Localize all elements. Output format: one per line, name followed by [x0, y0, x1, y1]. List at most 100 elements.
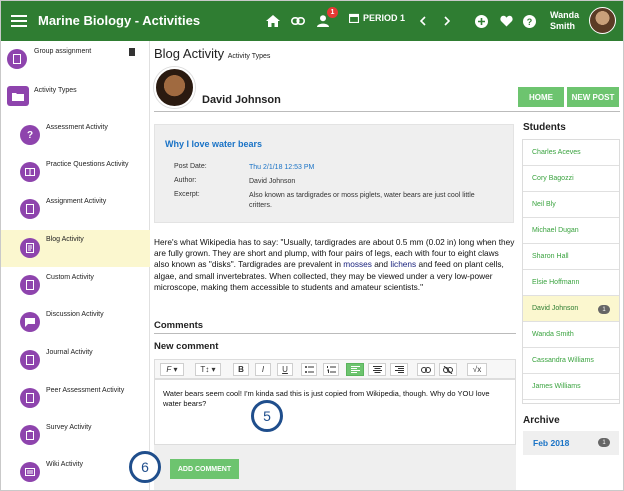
- bulleted-list-icon[interactable]: [301, 363, 317, 376]
- sidebar-item-blog[interactable]: Blog Activity: [1, 230, 150, 267]
- page-subheading[interactable]: Activity Types: [228, 53, 271, 60]
- student-item[interactable]: Elsie Hoffmann: [523, 270, 619, 296]
- sidebar-item-label: Survey Activity: [46, 424, 92, 431]
- font-size-dropdown[interactable]: T↕ ▾: [195, 363, 221, 376]
- archive-heading: Archive: [523, 415, 560, 426]
- menu-icon[interactable]: [11, 12, 27, 30]
- user-last-name: Smith: [550, 21, 576, 31]
- font-family-dropdown[interactable]: F ▾: [160, 363, 184, 376]
- editor-toolbar: F ▾ T↕ ▾ B I U √x: [154, 359, 516, 379]
- post-title[interactable]: Why I love water bears: [165, 139, 262, 149]
- link-icon[interactable]: [289, 12, 307, 30]
- sidebar-item-label: Assessment Activity: [46, 124, 108, 131]
- students-heading: Students: [523, 122, 566, 133]
- sidebar-item-label: Wiki Activity: [46, 461, 83, 468]
- student-item[interactable]: Cory Bagozzi: [523, 166, 619, 192]
- new-post-button[interactable]: NEW POST: [567, 87, 619, 107]
- archive-month-label: Feb 2018: [533, 438, 570, 448]
- align-left-icon[interactable]: [346, 363, 364, 376]
- question-icon: ?: [20, 125, 40, 145]
- sidebar-item-custom[interactable]: Custom Activity: [1, 267, 150, 304]
- sidebar-item-activity-types[interactable]: Activity Types: [1, 78, 150, 115]
- insert-link-icon[interactable]: [417, 363, 435, 376]
- chevron-left-icon[interactable]: [414, 12, 432, 30]
- student-item[interactable]: Michael Dugan: [523, 218, 619, 244]
- student-item[interactable]: Cassandra Williams: [523, 348, 619, 374]
- callout-step-5: 5: [251, 400, 283, 432]
- text-size-icon: T↕: [200, 365, 210, 374]
- page-title: Blog Activity Activity Types: [154, 46, 270, 61]
- italic-button[interactable]: I: [255, 363, 271, 376]
- sidebar-item-peer-assessment[interactable]: Peer Assessment Activity: [1, 380, 150, 417]
- add-circle-icon[interactable]: [472, 12, 490, 30]
- book-icon: [20, 162, 40, 182]
- document-icon: [20, 350, 40, 370]
- sidebar-item-label: Practice Questions Activity: [46, 161, 129, 168]
- mosses-link[interactable]: mosses: [343, 259, 372, 269]
- main-content: Blog Activity Activity Types David Johns…: [151, 41, 620, 490]
- sidebar-item-journal[interactable]: Journal Activity: [1, 342, 150, 379]
- align-right-icon[interactable]: [390, 363, 408, 376]
- bold-button[interactable]: B: [233, 363, 249, 376]
- lichens-link[interactable]: lichens: [390, 259, 416, 269]
- top-bar: Marine Biology - Activities 1 PERIOD 1 ?: [1, 1, 623, 41]
- student-item[interactable]: Neil Bly: [523, 192, 619, 218]
- header-divider: [154, 111, 620, 112]
- home-icon[interactable]: [264, 12, 282, 30]
- period-label: PERIOD 1: [363, 13, 406, 23]
- post-author-label: Author:: [174, 177, 197, 184]
- folder-icon: [7, 86, 29, 106]
- help-icon[interactable]: ?: [520, 12, 538, 30]
- comments-heading: Comments: [154, 320, 204, 331]
- user-name[interactable]: Wanda Smith: [550, 10, 579, 32]
- post-date-label: Post Date:: [174, 163, 207, 170]
- document-icon: [20, 275, 40, 295]
- student-item[interactable]: Charles Aceves: [523, 140, 619, 166]
- sidebar-item-wiki[interactable]: Wiki Activity: [1, 454, 150, 490]
- align-center-icon[interactable]: [368, 363, 386, 376]
- svg-text:?: ?: [526, 17, 532, 27]
- app-window: Marine Biology - Activities 1 PERIOD 1 ?: [0, 0, 624, 491]
- student-item[interactable]: Sharon Hall: [523, 244, 619, 270]
- post-author-value: David Johnson: [249, 178, 296, 185]
- chevron-right-icon[interactable]: [438, 12, 456, 30]
- underline-button[interactable]: U: [277, 363, 293, 376]
- document-icon: [20, 388, 40, 408]
- sidebar-item-label: Discussion Activity: [46, 311, 104, 318]
- student-item[interactable]: James Williams: [523, 374, 619, 400]
- sidebar: Group assignment Activity Types ? Assess…: [1, 41, 150, 490]
- archive-count-badge: 1: [598, 438, 610, 447]
- comments-divider: [154, 333, 516, 334]
- add-comment-button[interactable]: ADD COMMENT: [170, 459, 239, 479]
- sidebar-item-assessment[interactable]: ? Assessment Activity: [1, 117, 150, 154]
- list-icon: [20, 462, 40, 482]
- post-body-text: and: [371, 259, 391, 270]
- comment-editor[interactable]: Water bears seem cool! I'm kinda sad thi…: [154, 379, 516, 445]
- post-excerpt-label: Excerpt:: [174, 191, 200, 198]
- user-avatar[interactable]: [589, 7, 616, 34]
- post-date-value[interactable]: Thu 2/1/18 12:53 PM: [249, 163, 499, 173]
- student-item[interactable]: Wanda Smith: [523, 322, 619, 348]
- heart-icon[interactable]: [497, 12, 515, 30]
- blog-icon: [20, 238, 40, 258]
- callout-step-6: 6: [129, 451, 161, 483]
- period-selector[interactable]: PERIOD 1: [349, 13, 405, 23]
- comment-editor-text[interactable]: Water bears seem cool! I'm kinda sad thi…: [163, 389, 503, 409]
- file-icon: [129, 48, 135, 56]
- author-avatar: [154, 67, 195, 108]
- sidebar-item-group-assignment[interactable]: Group assignment: [1, 41, 150, 78]
- chat-icon: [20, 312, 40, 332]
- numbered-list-icon[interactable]: [323, 363, 339, 376]
- sidebar-item-practice-questions[interactable]: Practice Questions Activity: [1, 154, 150, 191]
- sidebar-item-assignment[interactable]: Assignment Activity: [1, 191, 150, 228]
- sidebar-item-discussion[interactable]: Discussion Activity: [1, 304, 150, 341]
- student-post-count-badge: 1: [598, 305, 610, 314]
- app-title: Marine Biology - Activities: [38, 13, 201, 28]
- home-button[interactable]: HOME: [518, 87, 564, 107]
- sidebar-item-label: Group assignment: [34, 48, 92, 55]
- formula-button[interactable]: √x: [467, 363, 487, 376]
- sidebar-item-survey[interactable]: Survey Activity: [1, 417, 150, 454]
- document-icon: [20, 199, 40, 219]
- unlink-icon[interactable]: [439, 363, 457, 376]
- notification-badge: 1: [327, 7, 338, 18]
